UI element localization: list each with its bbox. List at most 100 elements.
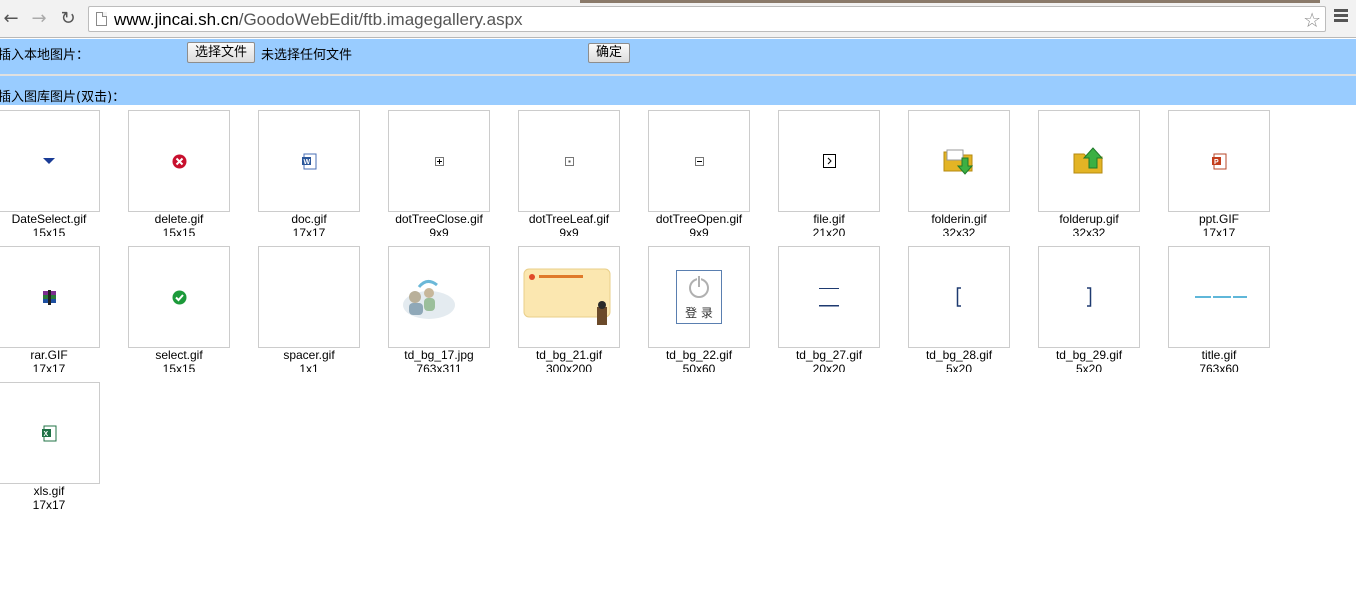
- file-size: 32x32: [942, 226, 976, 236]
- upload-label: 插入本地图片：: [0, 48, 90, 63]
- back-icon[interactable]: ←: [0, 7, 22, 29]
- gallery-thumb[interactable]: [778, 110, 880, 212]
- gallery-item[interactable]: select.gif 15x15: [120, 246, 250, 382]
- url-text: www.jincai.sh.cn/GoodoWebEdit/ftb.imageg…: [114, 10, 523, 29]
- gallery-thumb[interactable]: X: [0, 382, 100, 484]
- file-size: 300x200: [545, 362, 593, 372]
- file-name: td_bg_21.gif: [535, 348, 603, 362]
- file-size: 21x20: [812, 226, 846, 236]
- gallery-thumb[interactable]: 登 录: [648, 246, 750, 348]
- file-name: doc.gif: [291, 212, 327, 226]
- gallery-item[interactable]: X xls.gif 17x17: [0, 382, 120, 518]
- choose-file-button[interactable]: 选择文件: [187, 42, 256, 63]
- gallery-band: 插入图库图片(双击)：: [0, 76, 1356, 105]
- menu-icon[interactable]: [1334, 9, 1348, 23]
- gallery-thumb[interactable]: [388, 110, 490, 212]
- file-size: 15x15: [162, 226, 196, 236]
- folder-in-icon: [943, 149, 974, 175]
- ppt-icon: P: [1211, 153, 1226, 169]
- file-name: folderup.gif: [1059, 212, 1119, 226]
- file-size: 9x9: [559, 226, 579, 236]
- file-size: 5x20: [945, 362, 973, 372]
- bookmark-star-icon[interactable]: ☆: [1303, 8, 1321, 32]
- gallery-thumb[interactable]: P: [1168, 110, 1270, 212]
- file-name: title.gif: [1201, 348, 1237, 362]
- gallery-item[interactable]: DateSelect.gif 15x15: [0, 110, 120, 246]
- address-bar[interactable]: www.jincai.sh.cn/GoodoWebEdit/ftb.imageg…: [88, 6, 1326, 32]
- reload-icon[interactable]: ↻: [57, 7, 79, 29]
- gallery-thumb[interactable]: [518, 246, 620, 348]
- gallery-thumb[interactable]: W: [258, 110, 360, 212]
- forward-icon[interactable]: →: [28, 7, 50, 29]
- gallery-thumb[interactable]: [1038, 110, 1140, 212]
- tree-minus-icon: [694, 156, 704, 166]
- file-name: xls.gif: [33, 484, 65, 498]
- svg-text:X: X: [43, 431, 48, 438]
- gallery-item[interactable]: td_bg_28.gif 5x20: [900, 246, 1030, 382]
- gallery-thumb[interactable]: [908, 246, 1010, 348]
- power-icon: [689, 276, 709, 298]
- gallery-item[interactable]: dotTreeLeaf.gif 9x9: [510, 110, 640, 246]
- gallery-thumb[interactable]: [648, 110, 750, 212]
- file-name: dotTreeLeaf.gif: [528, 212, 610, 226]
- tab-strip: [580, 0, 1320, 3]
- file-name: spacer.gif: [283, 348, 335, 362]
- gallery-item[interactable]: dotTreeOpen.gif 9x9: [640, 110, 770, 246]
- line-bar-icon: [819, 288, 839, 307]
- gallery-item[interactable]: folderin.gif 32x32: [900, 110, 1030, 246]
- gallery-thumb[interactable]: [258, 246, 360, 348]
- confirm-button[interactable]: 确定: [588, 43, 631, 63]
- file-size: 17x17: [292, 226, 326, 236]
- gallery-item[interactable]: td_bg_17.jpg 763x311: [380, 246, 510, 382]
- file-name: folderin.gif: [931, 212, 987, 226]
- gallery-item[interactable]: delete.gif 15x15: [120, 110, 250, 246]
- gallery-thumb[interactable]: [0, 246, 100, 348]
- gallery-item[interactable]: folderup.gif 32x32: [1030, 110, 1160, 246]
- file-size: 32x32: [1072, 226, 1106, 236]
- file-name: td_bg_28.gif: [925, 348, 993, 362]
- gallery-thumb[interactable]: [908, 110, 1010, 212]
- gallery-item[interactable]: title.gif 763x60: [1160, 246, 1290, 382]
- gallery-thumb[interactable]: [128, 110, 230, 212]
- file-size: 5x20: [1075, 362, 1103, 372]
- gallery-item[interactable]: td_bg_29.gif 5x20: [1030, 246, 1160, 382]
- gallery-item[interactable]: td_bg_27.gif 20x20: [770, 246, 900, 382]
- gallery-thumb[interactable]: [388, 246, 490, 348]
- file-name: DateSelect.gif: [11, 212, 87, 226]
- gallery-item[interactable]: W doc.gif 17x17: [250, 110, 380, 246]
- down-arrow-icon: [43, 158, 55, 164]
- gallery-item[interactable]: td_bg_21.gif 300x200: [510, 246, 640, 382]
- rar-icon: [42, 289, 56, 305]
- file-status: 未选择任何文件: [261, 48, 353, 63]
- gallery-thumb[interactable]: [128, 246, 230, 348]
- file-name: td_bg_22.gif: [665, 348, 733, 362]
- title-banner-icon: [1191, 296, 1247, 298]
- gallery-item[interactable]: P ppt.GIF 17x17: [1160, 110, 1290, 246]
- file-size: 20x20: [812, 362, 846, 372]
- file-name: dotTreeOpen.gif: [655, 212, 743, 226]
- power-login-icon: 登 录: [676, 270, 722, 324]
- browser-toolbar: ← → ↻ www.jincai.sh.cn/GoodoWebEdit/ftb.…: [0, 0, 1356, 38]
- file-name: td_bg_17.jpg: [404, 348, 474, 362]
- delete-icon: [172, 154, 186, 168]
- file-name: delete.gif: [154, 212, 204, 226]
- gallery-thumb[interactable]: [1038, 246, 1140, 348]
- gallery-item[interactable]: rar.GIF 17x17: [0, 246, 120, 382]
- gallery-item[interactable]: spacer.gif 1x1: [250, 246, 380, 382]
- tree-leaf-icon: [564, 156, 574, 166]
- people-image-icon: [389, 267, 489, 327]
- file-size: 15x15: [162, 362, 196, 372]
- gallery-thumb[interactable]: [0, 110, 100, 212]
- gallery-item[interactable]: file.gif 21x20: [770, 110, 900, 246]
- login-caption: 登 录: [685, 306, 713, 320]
- gallery-item[interactable]: dotTreeClose.gif 9x9: [380, 110, 510, 246]
- gallery-item[interactable]: 登 录 td_bg_22.gif 50x60: [640, 246, 770, 382]
- gallery-thumb[interactable]: [1168, 246, 1270, 348]
- gallery-thumb[interactable]: [778, 246, 880, 348]
- file-size: 17x17: [32, 498, 66, 512]
- file-name: dotTreeClose.gif: [395, 212, 483, 226]
- file-size: 50x60: [682, 362, 716, 372]
- file-size: 17x17: [1202, 226, 1236, 236]
- file-name: file.gif: [813, 212, 845, 226]
- gallery-thumb[interactable]: [518, 110, 620, 212]
